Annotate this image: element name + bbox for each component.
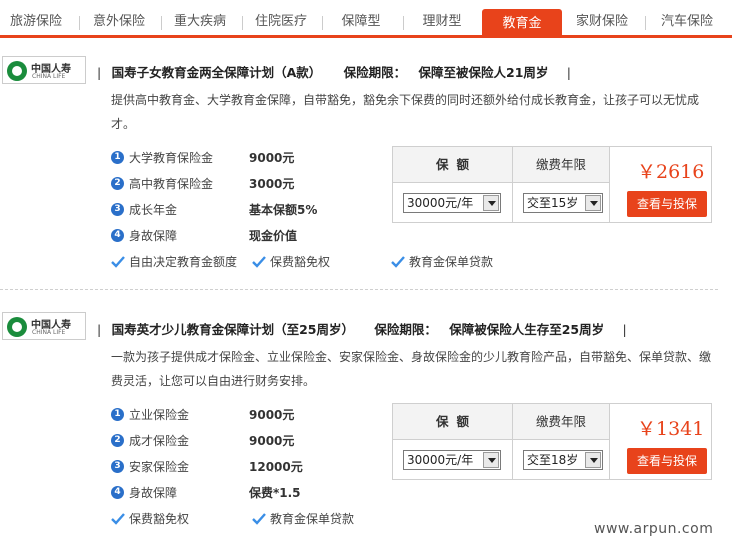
number-2-icon: 2 <box>111 177 124 190</box>
feature-label: 高中教育保险金 <box>129 177 214 191</box>
perk-item: 保费豁免权 <box>111 509 189 529</box>
nav-tab-protection[interactable]: 保障型 <box>322 9 400 35</box>
feature-label: 安家保险金 <box>129 460 190 474</box>
china-life-logo: 中国人寿 CHINA LIFE <box>2 56 86 84</box>
coverage-column: 保额 30000元/年 <box>393 404 513 479</box>
product-description: 一款为孩子提供成才保险金、立业保险金、安家保险金、身故保险金的少儿教育险产品，自… <box>111 350 712 388</box>
nav-tab-wealth[interactable]: 理财型 <box>403 9 481 35</box>
coverage-selected-value: 30000元/年 <box>407 453 474 467</box>
perk-label: 自由决定教育金额度 <box>129 255 238 269</box>
feature-value: 3000元 <box>249 177 295 191</box>
nav-tab-critical-illness[interactable]: 重大疾病 <box>161 9 239 35</box>
title-separator: | <box>566 65 571 80</box>
china-life-emblem-icon <box>7 61 27 81</box>
number-1-icon: 1 <box>111 408 124 421</box>
nav-tab-property[interactable]: 家财保险 <box>563 9 641 35</box>
feature-value: 保费*1.5 <box>249 486 301 500</box>
nav-tab-travel[interactable]: 旅游保险 <box>0 9 72 35</box>
product-description: 提供高中教育金、大学教育金保障，自带豁免，豁免余下保费的同时还额外给付成长教育金… <box>111 93 700 131</box>
period-value: 保障至被保险人21周岁 <box>418 65 549 80</box>
perk-item: 教育金保单贷款 <box>252 509 354 529</box>
feature-value: 9000元 <box>249 408 295 422</box>
feature-value: 12000元 <box>249 460 303 474</box>
term-header: 缴费年限 <box>513 404 609 440</box>
perk-item: 自由决定教育金额度 <box>111 252 237 272</box>
term-select[interactable]: 交至18岁 <box>523 450 603 470</box>
feature-value: 9000元 <box>249 434 295 448</box>
term-header: 缴费年限 <box>513 147 609 183</box>
feature-label: 成才保险金 <box>129 434 190 448</box>
number-3-icon: 3 <box>111 203 124 216</box>
feature-value: 现金价值 <box>249 229 298 243</box>
check-icon <box>252 255 266 268</box>
number-4-icon: 4 <box>111 229 124 242</box>
check-icon <box>252 512 266 525</box>
number-2-icon: 2 <box>111 434 124 447</box>
title-separator: | <box>622 322 627 337</box>
feature-value: 基本保额5% <box>249 203 318 217</box>
coverage-column: 保额 30000元/年 <box>393 147 513 222</box>
dropdown-arrow-icon[interactable] <box>483 195 499 211</box>
period-value: 保障被保险人生存至25周岁 <box>449 322 605 337</box>
feature-label: 身故保障 <box>129 229 178 243</box>
check-icon <box>391 255 405 268</box>
nav-tab-education-active[interactable]: 教育金 <box>482 9 562 38</box>
product-name[interactable]: 国寿子女教育金两全保障计划（A款） <box>112 65 322 80</box>
period-label: 保险期限： <box>343 65 407 80</box>
term-select[interactable]: 交至15岁 <box>523 193 603 213</box>
check-icon <box>111 255 125 268</box>
perk-label: 教育金保单贷款 <box>270 512 355 526</box>
nav-tab-accident[interactable]: 意外保险 <box>80 9 158 35</box>
feature-label: 立业保险金 <box>129 408 190 422</box>
feature-label: 大学教育保险金 <box>129 151 214 165</box>
dropdown-arrow-icon[interactable] <box>585 452 601 468</box>
view-and-buy-button[interactable]: 查看与投保 <box>627 191 707 217</box>
site-watermark: www.arpun.com <box>594 521 714 537</box>
view-and-buy-button[interactable]: 查看与投保 <box>627 448 707 474</box>
term-column: 缴费年限 交至15岁 <box>513 147 610 222</box>
term-selected-value: 交至15岁 <box>527 196 579 210</box>
perk-label: 教育金保单贷款 <box>409 255 494 269</box>
coverage-selected-value: 30000元/年 <box>407 196 474 210</box>
feature-label: 身故保障 <box>129 486 178 500</box>
nav-tab-auto[interactable]: 汽车保险 <box>645 9 729 35</box>
price-panel: 保额 30000元/年 缴费年限 交至15岁 ￥2616 查看与投保 <box>392 146 712 223</box>
logo-text-en: CHINA LIFE <box>32 73 66 80</box>
title-separator: | <box>97 322 102 337</box>
nav-tab-hospital[interactable]: 住院医疗 <box>242 9 320 35</box>
coverage-select[interactable]: 30000元/年 <box>403 450 501 470</box>
product-category-nav: 旅游保险 意外保险 重大疾病 住院医疗 保障型 理财型 教育金 家财保险 汽车保… <box>0 0 732 38</box>
check-icon <box>111 512 125 525</box>
section-divider <box>0 289 718 290</box>
product-title-row: | 国寿英才少儿教育金保障计划（至25周岁） 保险期限： 保障被保险人生存至25… <box>97 319 627 338</box>
coverage-select[interactable]: 30000元/年 <box>403 193 501 213</box>
dropdown-arrow-icon[interactable] <box>483 452 499 468</box>
product-title-row: | 国寿子女教育金两全保障计划（A款） 保险期限： 保障至被保险人21周岁 | <box>97 62 571 81</box>
term-column: 缴费年限 交至18岁 <box>513 404 610 479</box>
product-name[interactable]: 国寿英才少儿教育金保障计划（至25周岁） <box>112 322 354 337</box>
logo-text-en: CHINA LIFE <box>32 329 66 336</box>
feature-value: 9000元 <box>249 151 295 165</box>
price-panel: 保额 30000元/年 缴费年限 交至18岁 ￥1341 查看与投保 <box>392 403 712 480</box>
premium-price: ￥2616 <box>637 161 705 183</box>
perk-item: 教育金保单贷款 <box>391 252 493 272</box>
coverage-header: 保额 <box>393 404 512 440</box>
number-1-icon: 1 <box>111 151 124 164</box>
perk-label: 保费豁免权 <box>129 512 190 526</box>
china-life-logo: 中国人寿 CHINA LIFE <box>2 312 86 340</box>
number-3-icon: 3 <box>111 460 124 473</box>
title-separator: | <box>97 65 102 80</box>
term-selected-value: 交至18岁 <box>527 453 579 467</box>
premium-price: ￥1341 <box>637 418 705 440</box>
china-life-emblem-icon <box>7 317 27 337</box>
perk-item: 保费豁免权 <box>252 252 330 272</box>
period-label: 保险期限： <box>374 322 437 337</box>
dropdown-arrow-icon[interactable] <box>585 195 601 211</box>
coverage-header: 保额 <box>393 147 512 183</box>
feature-label: 成长年金 <box>129 203 178 217</box>
number-4-icon: 4 <box>111 486 124 499</box>
perk-label: 保费豁免权 <box>270 255 331 269</box>
